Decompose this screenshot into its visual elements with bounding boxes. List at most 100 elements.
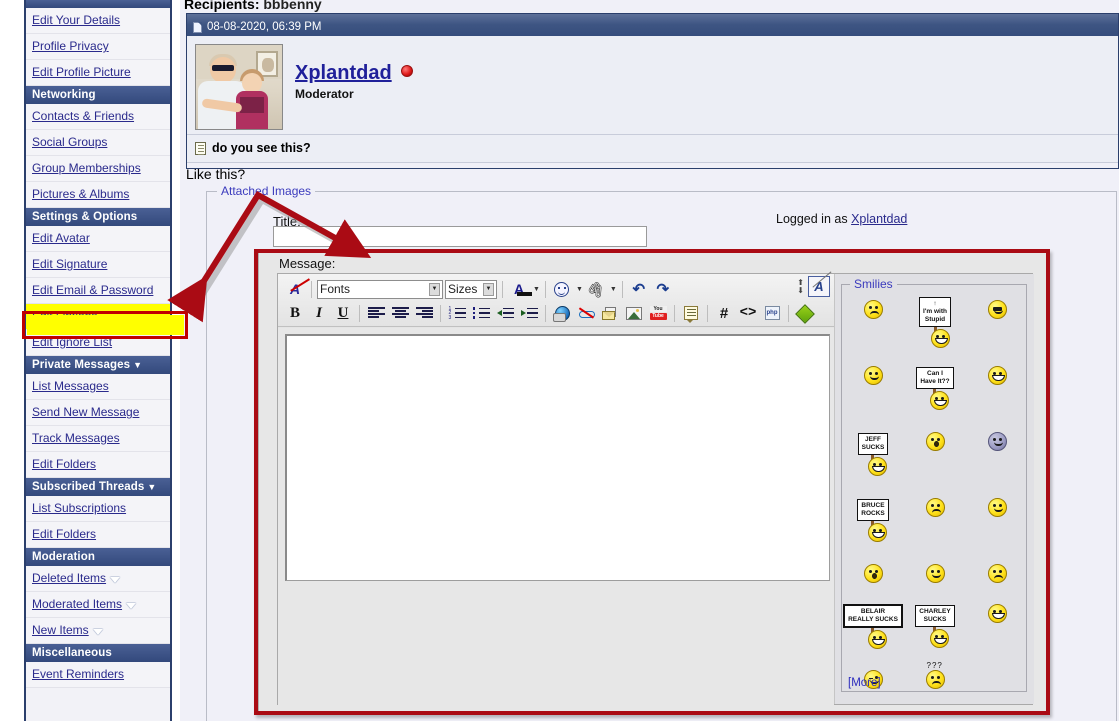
page-root: Edit Your Details Profile Privacy Edit Pro… <box>0 0 1119 721</box>
sidebar-item-profile-privacy[interactable]: Profile Privacy <box>26 34 170 60</box>
sidebar-item-track-messages[interactable]: Track Messages <box>26 426 170 452</box>
smiley-surprised[interactable] <box>904 421 966 461</box>
sidebar-header-private-messages[interactable]: Private Messages ▼ <box>26 356 170 374</box>
username-link[interactable]: Xplantdad <box>295 62 392 85</box>
insert-video-button[interactable]: You Tube <box>647 303 669 324</box>
avatar[interactable] <box>195 44 283 130</box>
toolbar-separator <box>674 304 675 322</box>
insert-code-button[interactable]: <> <box>737 303 759 324</box>
sidebar-item-edit-ignore-list[interactable]: Edit Ignore List <box>26 330 170 356</box>
user-info: Xplantdad Moderator <box>295 44 413 130</box>
message-subject: do you see this? <box>187 134 1118 162</box>
main-content: Recipients: bbbenny 08-08-2020, 06:39 PM… <box>180 0 1119 721</box>
chevron-down-icon[interactable]: ▼ <box>576 286 583 293</box>
sidebar-item-label: Track Messages <box>32 431 120 445</box>
sidebar-item-event-reminders[interactable]: Event Reminders <box>26 662 170 688</box>
smiley-jeff-sucks-sign[interactable]: JEFF SUCKS <box>842 421 904 487</box>
sidebar-item-deleted-items[interactable]: Deleted Items <box>26 566 170 592</box>
message-textarea[interactable] <box>285 334 830 581</box>
smiley-thumbs-down[interactable] <box>904 553 966 593</box>
sidebar-item-edit-your-details[interactable]: Edit Your Details <box>26 8 170 34</box>
font-size-select[interactable]: Sizes ▼ <box>445 279 497 299</box>
smiley-bow-down[interactable] <box>842 355 904 395</box>
outdent-button[interactable] <box>494 303 516 324</box>
smiley-angry[interactable] <box>966 553 1028 593</box>
italic-button[interactable]: I <box>308 303 330 324</box>
smiley-im-with-stupid-sign[interactable]: ↑ I'm with Stupid <box>904 289 966 355</box>
sidebar-item-list-messages[interactable]: List Messages <box>26 374 170 400</box>
font-color-icon[interactable]: A <box>508 279 533 300</box>
insert-link-button[interactable] <box>551 303 573 324</box>
sidebar-item-group-memberships[interactable]: Group Memberships <box>26 156 170 182</box>
insert-attachment-button[interactable] <box>794 303 816 324</box>
font-family-select[interactable]: Fonts ▼ <box>317 279 443 299</box>
sidebar-item-label: List Subscriptions <box>32 501 127 515</box>
toolbar-row-1: A Fonts ▼ Sizes ▼ A ▼ ▼ 🖇 ▼ ↶ ↷ <box>280 277 832 301</box>
align-left-button[interactable] <box>365 303 387 324</box>
insert-quote-button[interactable] <box>680 303 702 324</box>
sidebar-item-edit-profile-picture[interactable]: Edit Profile Picture <box>26 60 170 86</box>
sidebar-item-moderated-items[interactable]: Moderated Items <box>26 592 170 618</box>
bold-button[interactable]: B <box>284 303 306 324</box>
attachment-icon[interactable]: 🖇 <box>585 278 607 300</box>
sidebar-item-list-subscriptions[interactable]: List Subscriptions <box>26 496 170 522</box>
sidebar-item-send-new-message[interactable]: Send New Message <box>26 400 170 426</box>
chevron-down-icon[interactable]: ▼ <box>610 286 617 293</box>
sidebar-item-edit-folders-subs[interactable]: Edit Folders <box>26 522 170 548</box>
sidebar-item-edit-avatar[interactable]: Edit Avatar <box>26 226 170 252</box>
unordered-list-button[interactable] <box>470 303 492 324</box>
smiley-angry-glyph <box>987 563 1007 583</box>
sidebar-item-edit-email-password[interactable]: Edit Email & Password <box>26 278 170 304</box>
title-input[interactable] <box>273 226 647 247</box>
resize-editor-handle[interactable]: ⬆ ⬇ <box>797 278 804 295</box>
insert-image-button[interactable] <box>623 303 645 324</box>
sidebar-item-pictures-albums[interactable]: Pictures & Albums <box>26 182 170 208</box>
remove-formatting-icon[interactable]: A <box>284 279 306 300</box>
chevron-down-icon[interactable]: ▼ <box>533 286 540 293</box>
sidebar-header-subscribed-threads[interactable]: Subscribed Threads ▼ <box>26 478 170 496</box>
ordered-list-button[interactable]: 123 <box>446 303 468 324</box>
indent-button[interactable] <box>518 303 540 324</box>
insert-php-button[interactable] <box>761 303 783 324</box>
sign-line: Can I <box>927 369 943 377</box>
sidebar-item-edit-options[interactable]: Edit Options <box>26 304 170 330</box>
smiley-belair-really-sucks-sign[interactable]: BELAIR REALLY SUCKS <box>842 593 904 659</box>
underline-button[interactable]: U <box>332 303 354 324</box>
undo-icon[interactable]: ↶ <box>628 279 650 300</box>
align-center-button[interactable] <box>389 303 411 324</box>
smiley-cool-sunglasses[interactable] <box>966 289 1028 329</box>
insert-hash-button[interactable]: # <box>713 303 735 324</box>
smiley-peace-sign[interactable] <box>966 487 1028 527</box>
smilie-picker-icon[interactable] <box>551 279 573 300</box>
wysiwyg-label: A <box>814 279 824 294</box>
triangle-down-icon <box>92 629 103 635</box>
smiley-bruce-rocks-sign[interactable]: BRUCE ROCKS <box>842 487 904 553</box>
recipients-line: Recipients: bbbenny <box>184 0 322 12</box>
smiley-dead-grey[interactable] <box>966 421 1028 461</box>
sidebar-item-label: List Messages <box>32 379 109 393</box>
smiley-charley-sucks-sign[interactable]: CHARLEY SUCKS <box>904 593 966 659</box>
smiley-grin-teeth[interactable] <box>966 593 1028 633</box>
align-right-button[interactable] <box>413 303 435 324</box>
smiley-oh-no[interactable] <box>842 553 904 593</box>
sidebar-item-label: Edit Profile Picture <box>32 65 131 79</box>
smiley-big-grin[interactable] <box>966 355 1028 395</box>
remove-link-button[interactable] <box>575 303 597 324</box>
sidebar-item-new-items[interactable]: New Items <box>26 618 170 644</box>
smiley-confused[interactable]: ??? <box>904 659 966 699</box>
smiley-stretched[interactable] <box>904 487 966 527</box>
smiley-sick[interactable] <box>842 289 904 329</box>
sidebar-item-social-groups[interactable]: Social Groups <box>26 130 170 156</box>
sidebar-item-contacts-friends[interactable]: Contacts & Friends <box>26 104 170 130</box>
smiley-can-i-have-it-sign[interactable]: Can I Have It?? <box>904 355 966 421</box>
sidebar-item-edit-signature[interactable]: Edit Signature <box>26 252 170 278</box>
sign-holder-smiley <box>868 522 888 542</box>
smilies-more-link[interactable]: [More] <box>848 677 881 689</box>
sidebar-item-edit-folders-pm[interactable]: Edit Folders <box>26 452 170 478</box>
logged-in-user-link[interactable]: Xplantdad <box>851 212 907 226</box>
toggle-wysiwyg-button[interactable]: A <box>808 276 830 297</box>
redo-icon[interactable]: ↷ <box>652 279 674 300</box>
insert-email-button[interactable] <box>599 303 621 324</box>
sign-line: SUCKS <box>923 615 947 623</box>
sidebar-header-label: Miscellaneous <box>32 647 112 659</box>
